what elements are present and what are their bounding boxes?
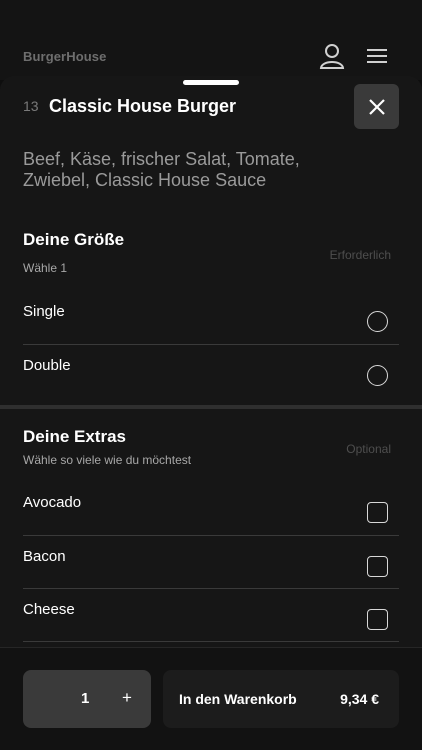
order-footer: 1 + In den Warenkorb 9,34 €: [0, 647, 422, 750]
page: BurgerHouse 13 Classic House Burger Beef…: [0, 0, 422, 750]
option-label: Avocado: [23, 494, 82, 511]
option-label: Single: [23, 303, 65, 320]
checkbox[interactable]: [367, 556, 388, 577]
product-description: Beef, Käse, frischer Salat, Tomate, Zwie…: [23, 149, 300, 190]
radio-button[interactable]: [367, 365, 388, 386]
increment-button[interactable]: +: [122, 688, 132, 708]
size-group-subtitle: Wähle 1: [23, 261, 68, 275]
quantity-value: 1: [81, 690, 90, 707]
required-tag: Erforderlich: [329, 248, 391, 262]
section-divider: [0, 405, 422, 409]
add-to-cart-button[interactable]: In den Warenkorb 9,34 €: [163, 670, 399, 728]
quantity-stepper[interactable]: 1 +: [23, 670, 151, 728]
add-to-cart-label: In den Warenkorb: [179, 691, 297, 707]
size-option-double[interactable]: Double: [23, 344, 399, 397]
checkbox[interactable]: [367, 609, 388, 630]
brand-logo-text[interactable]: BurgerHouse: [23, 49, 106, 64]
user-icon[interactable]: [319, 42, 345, 70]
app-header: BurgerHouse: [0, 0, 422, 80]
optional-tag: Optional: [346, 442, 391, 456]
item-number: 13: [23, 98, 39, 114]
extra-option-bacon[interactable]: Bacon: [23, 535, 399, 588]
close-icon: [368, 98, 385, 115]
size-group-title: Deine Größe: [23, 230, 125, 249]
extras-group-subtitle: Wähle so viele wie du möchtest: [23, 453, 192, 467]
option-label: Double: [23, 357, 71, 374]
option-label: Cheese: [23, 601, 75, 618]
checkbox[interactable]: [367, 502, 388, 523]
radio-button[interactable]: [367, 311, 388, 332]
sheet-grabber[interactable]: [183, 80, 239, 85]
hamburger-menu-icon[interactable]: [365, 42, 391, 70]
option-label: Bacon: [23, 548, 66, 565]
size-option-single[interactable]: Single: [23, 291, 399, 344]
close-button[interactable]: [354, 84, 399, 129]
product-title: Classic House Burger: [49, 96, 237, 116]
cart-price: 9,34 €: [340, 691, 379, 707]
extra-option-avocado[interactable]: Avocado: [23, 482, 399, 535]
extra-option-cheese[interactable]: Cheese: [23, 588, 399, 641]
extras-group-title: Deine Extras: [23, 427, 126, 446]
